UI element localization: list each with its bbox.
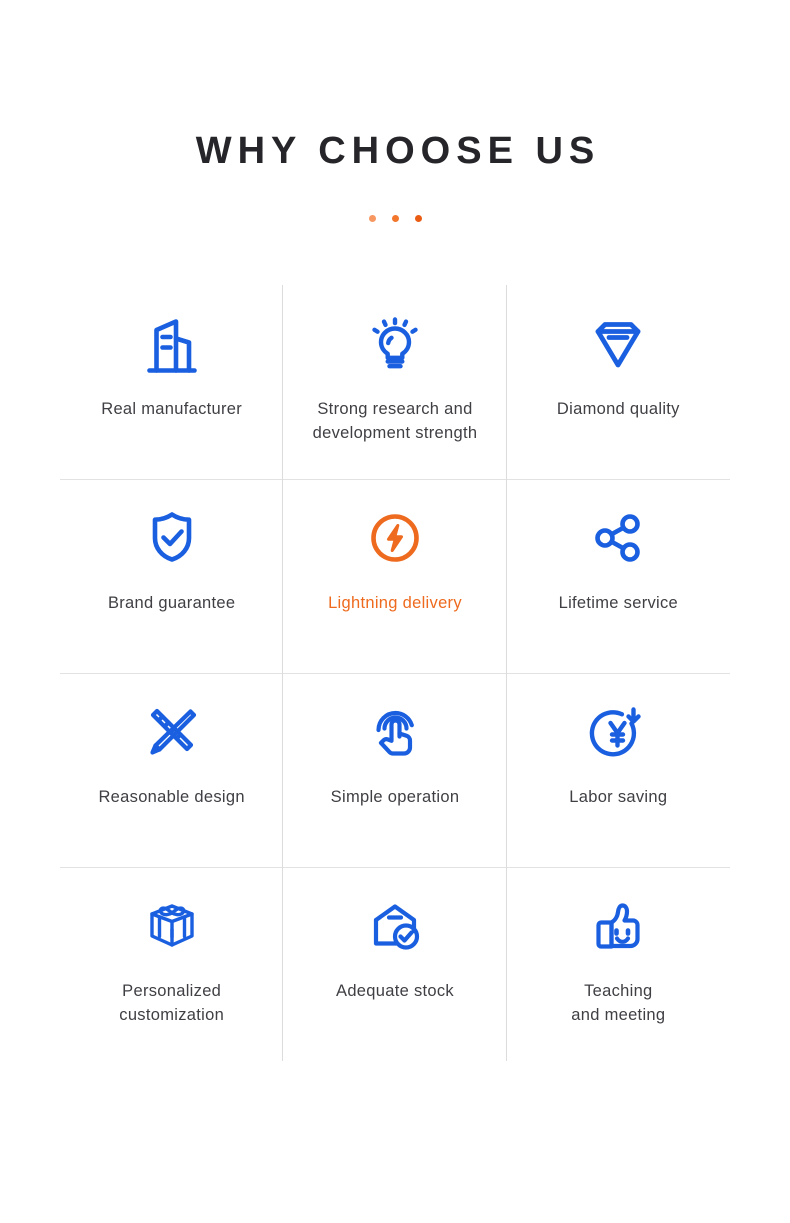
feature-cell-reasonable-design[interactable]: Reasonable design [60,673,284,867]
feature-cell-real-manufacturer[interactable]: Real manufacturer [60,285,284,479]
feature-cell-lifetime-service[interactable]: Lifetime service [506,479,731,673]
feature-cell-adequate-stock[interactable]: Adequate stock [283,867,507,1061]
feature-label: Teaching and meeting [571,982,666,1024]
warehouse-check-icon [360,889,430,963]
dot-dark-icon [414,215,422,222]
feature-label: Real manufacturer [101,400,243,418]
page-title: WHY CHOOSE US [195,130,601,172]
feature-label: Personalized customization [119,982,225,1024]
feature-label: Lightning delivery [328,594,462,612]
yen-cost-down-icon [583,695,653,769]
feature-cell-diamond-quality[interactable]: Diamond quality [507,285,730,479]
factory-building-icon [137,307,207,381]
feature-cell-personalized-customization[interactable]: Personalized customization [60,867,284,1061]
lightbulb-icon [360,307,430,381]
feature-label: Adequate stock [336,982,454,1000]
feature-label: Diamond quality [556,400,680,418]
feature-cell-strong-research[interactable]: Strong research and development strength [283,285,507,479]
diamond-icon [583,307,653,381]
pencil-ruler-icon [137,695,207,769]
decorative-dots [0,174,790,222]
feature-cell-lightning-delivery[interactable]: Lightning delivery [283,479,507,673]
lightning-bolt-icon [360,501,430,575]
feature-label: Reasonable design [98,788,245,806]
why-choose-us-page: WHY CHOOSE US Real manufacturer Strong r… [0,0,790,1223]
feature-label: Labor saving [569,788,668,806]
feature-label: Lifetime service [558,594,679,612]
shield-check-icon [137,501,207,575]
feature-cell-labor-saving[interactable]: Labor saving [506,673,731,867]
feature-label: Strong research and development strength [312,400,478,442]
feature-cell-brand-guarantee[interactable]: Brand guarantee [60,479,284,673]
gift-box-icon [137,889,207,963]
feature-label: Brand guarantee [107,594,236,612]
thumbs-up-smile-icon [583,889,653,963]
tap-hand-icon [360,695,430,769]
page-header: WHY CHOOSE US [0,0,790,222]
dot-light-icon [368,215,376,222]
feature-grid: Real manufacturer Strong research and de… [60,285,731,1061]
feature-label: Simple operation [330,788,460,806]
feature-cell-simple-operation[interactable]: Simple operation [283,673,507,867]
feature-cell-teaching-and-meeting[interactable]: Teaching and meeting [506,867,731,1061]
share-network-icon [583,501,653,575]
dot-medium-icon [391,215,399,222]
